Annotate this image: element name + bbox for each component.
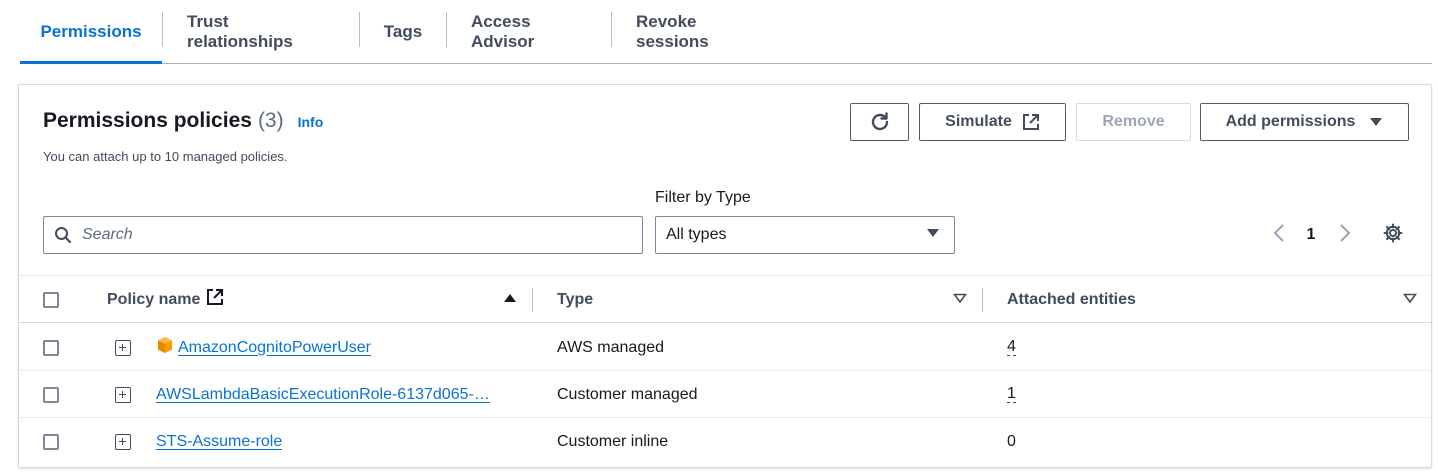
refresh-icon (869, 111, 891, 133)
column-label: Type (557, 290, 594, 308)
remove-label: Remove (1102, 113, 1165, 130)
info-link[interactable]: Info (298, 114, 324, 130)
attached-entities-cell: 4 (1007, 324, 1016, 371)
column-label: Attached entities (1007, 290, 1136, 308)
attached-entities-cell: 1 (1007, 371, 1016, 418)
tab-label: Access Advisor (471, 11, 535, 51)
select-all-checkbox-cell (43, 276, 59, 323)
policy-name-link[interactable]: STS-Assume-role (156, 433, 282, 451)
current-page: 1 (1306, 226, 1316, 243)
tab-permissions[interactable]: Permissions (20, 0, 162, 64)
search-icon (44, 226, 82, 244)
row-checkbox-cell (43, 418, 59, 465)
filter-by-type-label: Filter by Type (655, 189, 751, 206)
policy-name-link[interactable]: AWSLambdaBasicExecutionRole-6137d065-… (156, 386, 490, 404)
policy-type: AWS managed (557, 338, 665, 356)
type-cell: AWS managed (557, 324, 664, 371)
type-filter-value: All types (666, 226, 727, 243)
expand-cell (115, 371, 131, 418)
simulate-label: Simulate (945, 113, 1012, 130)
column-divider (532, 288, 533, 312)
attached-entities-count[interactable]: 4 (1007, 339, 1016, 356)
refresh-button[interactable] (850, 103, 909, 141)
add-permissions-label: Add permissions (1225, 113, 1356, 130)
next-page-button[interactable] (1333, 216, 1357, 254)
row-checkbox[interactable] (43, 339, 59, 356)
policy-type: Customer managed (557, 385, 698, 403)
policy-name-link[interactable]: AmazonCognitoPowerUser (178, 339, 371, 357)
tab-revoke-sessions[interactable]: Revoke sessions (612, 0, 788, 63)
simulate-button[interactable]: Simulate (919, 103, 1066, 141)
tab-label: Permissions (40, 21, 142, 41)
attached-entities-cell: 0 (1007, 418, 1016, 465)
expand-row-icon[interactable] (115, 386, 131, 403)
tab-tags[interactable]: Tags (360, 0, 446, 63)
policy-type: Customer inline (557, 432, 669, 450)
table-row: STS-Assume-role Customer inline 0 (19, 418, 1431, 465)
search-box[interactable] (43, 216, 643, 254)
tab-label: Revoke sessions (636, 11, 709, 51)
table-header: Policy name Type Attached entities (19, 275, 1431, 323)
external-link-icon (206, 288, 224, 311)
policy-name-cell: AWSLambdaBasicExecutionRole-6137d065-… (156, 371, 516, 418)
sort-icon (952, 291, 968, 309)
caret-down-icon (926, 226, 940, 244)
type-cell: Customer managed (557, 371, 698, 418)
policy-count: (3) (257, 109, 284, 132)
expand-cell (115, 418, 131, 465)
external-link-icon (1022, 113, 1040, 131)
expand-cell (115, 324, 131, 371)
tab-label: Tags (383, 21, 423, 41)
table-row: AmazonCognitoPowerUser AWS managed 4 (19, 324, 1431, 371)
gear-icon (1382, 222, 1404, 249)
column-header-attached-entities[interactable]: Attached entities (1007, 276, 1418, 323)
row-checkbox[interactable] (43, 386, 59, 403)
column-header-policy-name[interactable]: Policy name (107, 276, 517, 323)
sort-icon (1402, 291, 1418, 309)
attached-entities-count[interactable]: 1 (1007, 386, 1016, 403)
panel-description: You can attach up to 10 managed policies… (43, 149, 288, 164)
page-number-button[interactable]: 1 (1299, 216, 1323, 254)
policy-name-cell: STS-Assume-role (156, 418, 516, 465)
sort-ascending-icon (503, 291, 517, 309)
aws-managed-icon (156, 336, 174, 359)
caret-down-icon (1369, 116, 1383, 128)
expand-row-icon[interactable] (115, 339, 131, 356)
add-permissions-button[interactable]: Add permissions (1200, 103, 1409, 141)
search-input[interactable] (82, 226, 622, 244)
column-header-type[interactable]: Type (557, 276, 968, 323)
select-all-checkbox[interactable] (43, 291, 59, 308)
type-filter-select[interactable]: All types (655, 216, 955, 254)
column-label: Policy name (107, 290, 201, 308)
panel-header: Permissions policies (3) Info (43, 109, 323, 133)
expand-row-icon[interactable] (115, 433, 131, 450)
chevron-right-icon (1339, 223, 1351, 247)
policy-name-cell: AmazonCognitoPowerUser (156, 324, 526, 371)
permissions-policies-panel: Permissions policies (3) Info You can at… (18, 84, 1432, 468)
row-checkbox[interactable] (43, 433, 59, 450)
tab-bar: Permissions Trust relationships Tags Acc… (20, 0, 1432, 64)
column-divider (982, 288, 983, 312)
row-checkbox-cell (43, 371, 59, 418)
previous-page-button[interactable] (1267, 216, 1291, 254)
type-cell: Customer inline (557, 418, 668, 465)
row-checkbox-cell (43, 324, 59, 371)
table-preferences-button[interactable] (1380, 216, 1406, 254)
remove-button[interactable]: Remove (1076, 103, 1191, 141)
tab-label: Trust relationships (187, 11, 293, 51)
tab-access-advisor[interactable]: Access Advisor (447, 0, 611, 63)
chevron-left-icon (1273, 223, 1285, 247)
table-row: AWSLambdaBasicExecutionRole-6137d065-… C… (19, 371, 1431, 418)
tab-trust-relationships[interactable]: Trust relationships (163, 0, 359, 63)
attached-entities-count: 0 (1007, 432, 1016, 450)
panel-title: Permissions policies (43, 109, 252, 132)
